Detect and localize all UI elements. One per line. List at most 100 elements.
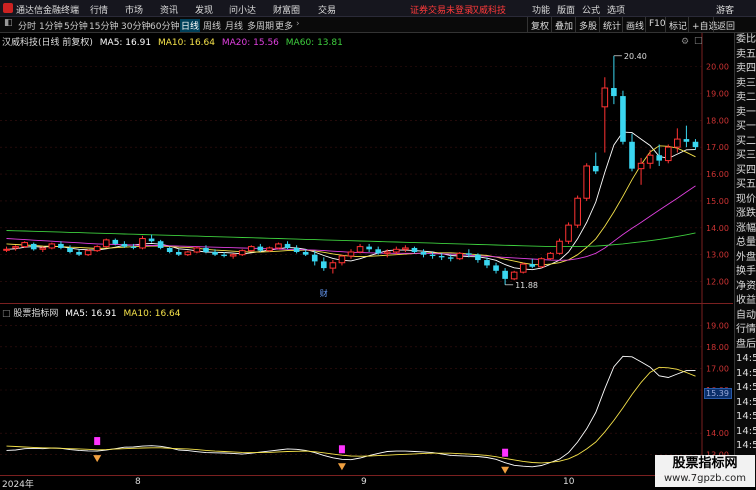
y-tick-label: 13.00 [706,251,729,260]
sidebar-item[interactable]: 涨幅 [735,222,756,237]
menu-formula[interactable]: 公式 [582,3,600,16]
draw-line-button[interactable]: 画线 [622,17,647,33]
indicator-title[interactable]: 股票指标网 [13,309,58,319]
menu-options[interactable]: 选项 [607,3,625,16]
candle-body [12,246,19,249]
guest-user[interactable]: 游客 [716,3,734,16]
y-tick-label: 15.00 [706,197,729,206]
menu-functions[interactable]: 功能 [532,3,550,16]
settings-icon[interactable]: ⚙ [681,37,689,47]
period-weekly[interactable]: 周线 [203,19,221,32]
period-30min[interactable]: 30分钟 [121,19,150,32]
candle-body [529,264,536,267]
menu-discover[interactable]: 发现 [195,3,213,16]
candle-body [193,247,201,253]
menu-market-quotes[interactable]: 行情 [90,3,108,16]
candle-body [466,253,472,255]
kline-legend: 汉威科技(日线 前复权) MA5: 16.91 MA10: 16.64 MA20… [2,35,343,48]
indicator-box-icon[interactable]: □ [2,309,11,319]
menu-trade[interactable]: 交易 [318,3,336,16]
period-tick[interactable]: 分时 [18,19,36,32]
sidebar-item[interactable]: 盘后 [735,338,756,353]
watermark: 股票指标网 www.7gpzb.com [655,455,755,487]
sidebar-item[interactable]: 卖四 [735,62,756,77]
kline-chart[interactable]: 20.00 19.00 18.00 17.00 16.00 15.00 14.00 13.00… [0,33,733,303]
candle-body [39,247,47,250]
sidebar-item[interactable]: 14:5 [735,439,756,454]
candle-body [84,250,92,256]
kline-panel[interactable]: 20.00 19.00 18.00 17.00 16.00 15.00 14.00 13.00… [0,33,733,303]
indicator-panel[interactable]: 19.0018.0017.0016.0014.0013.00 □ 股票指标网 M… [0,303,733,476]
sidebar-item[interactable]: 换手 [735,265,756,280]
sidebar-item[interactable]: 卖一 [735,106,756,121]
period-monthly[interactable]: 月线 [225,19,243,32]
candle-body [112,239,119,244]
candle-body [293,247,300,252]
signal-bar [502,448,509,457]
panel-toggle-icon[interactable]: ◧ [4,18,13,28]
sidebar-item[interactable]: 卖二 [735,91,756,106]
candle-body [175,251,182,255]
more-arrow-icon[interactable]: › [296,19,300,29]
candle-body [519,263,527,273]
candle-body [420,251,427,255]
sidebar-item[interactable]: 14:50 [735,410,756,425]
sidebar-item[interactable]: 14:50 [735,396,756,411]
back-button[interactable]: 返回 [713,17,738,33]
sidebar-item[interactable]: 涨跌 [735,207,756,222]
expand-icon[interactable]: □ [694,36,703,46]
adjust-button[interactable]: 复权 [527,17,552,33]
ma10-legend: MA10: 16.64 [157,38,215,48]
sidebar-item[interactable]: 买五 [735,178,756,193]
indicator-chart[interactable]: 19.0018.0017.0016.0014.0013.00 [0,304,733,476]
period-multi[interactable]: 多周期 [247,19,274,32]
sidebar-item[interactable]: 买二 [735,135,756,150]
sidebar-item[interactable]: 买四 [735,164,756,179]
sidebar-item[interactable]: 14:50 [735,381,756,396]
statistics-button[interactable]: 统计 [599,17,624,33]
menu-news[interactable]: 资讯 [160,3,178,16]
overlay-button[interactable]: 叠加 [551,17,576,33]
sidebar-item[interactable]: 行情 [735,323,756,338]
sub-y-tick-label: 18.00 [706,343,729,352]
menu-market[interactable]: 市场 [125,3,143,16]
period-15min[interactable]: 15分钟 [89,19,118,32]
sidebar-item[interactable]: 14:50 [735,352,756,367]
sidebar-item[interactable]: 外盘 [735,251,756,266]
candle-body [611,88,617,97]
sidebar-item[interactable]: 总量 [735,236,756,251]
app-name: 通达信金融终端 [16,6,80,16]
sidebar-item[interactable]: 买三 [735,149,756,164]
multi-stock-button[interactable]: 多股 [575,17,600,33]
sidebar-item[interactable]: 14:50 [735,367,756,382]
sidebar-item[interactable]: 卖五 [735,48,756,63]
sidebar-item[interactable]: 收益 [735,294,756,309]
candle-body [484,260,490,266]
menu-ask[interactable]: 问小达 [229,3,256,16]
period-60min[interactable]: 60分钟 [150,19,179,32]
period-daily[interactable]: 日线 [180,19,201,32]
candle-body [601,87,609,108]
sidebar-item[interactable]: 买一 [735,120,756,135]
period-more[interactable]: 更多 [275,19,293,32]
period-1min[interactable]: 1分钟 [39,19,63,32]
candle-body [366,246,372,250]
candle-body [620,96,626,142]
menu-layout[interactable]: 版面 [557,3,575,16]
menu-wealth[interactable]: 财富圈 [273,3,300,16]
sub-series-line-0 [6,355,696,468]
stock-name-link[interactable]: 汉威科技 [470,3,506,16]
sidebar-item[interactable]: 净资 [735,280,756,295]
candle-body [510,271,518,280]
sidebar-item[interactable]: 卖三 [735,77,756,92]
candle-body [429,254,436,257]
sidebar-item[interactable]: 14:50 [735,425,756,440]
sidebar-item[interactable]: 自动 [735,309,756,324]
sidebar-item[interactable]: 现价 [735,193,756,208]
trade-login-notice[interactable]: 证券交易未登录 [410,3,473,16]
event-marker-label: 财 [320,288,328,298]
mark-button[interactable]: 标记 [665,17,690,33]
watermark-title: 股票指标网 [672,456,738,471]
period-5min[interactable]: 5分钟 [64,19,88,32]
sidebar-item[interactable]: 委比 [735,33,756,48]
